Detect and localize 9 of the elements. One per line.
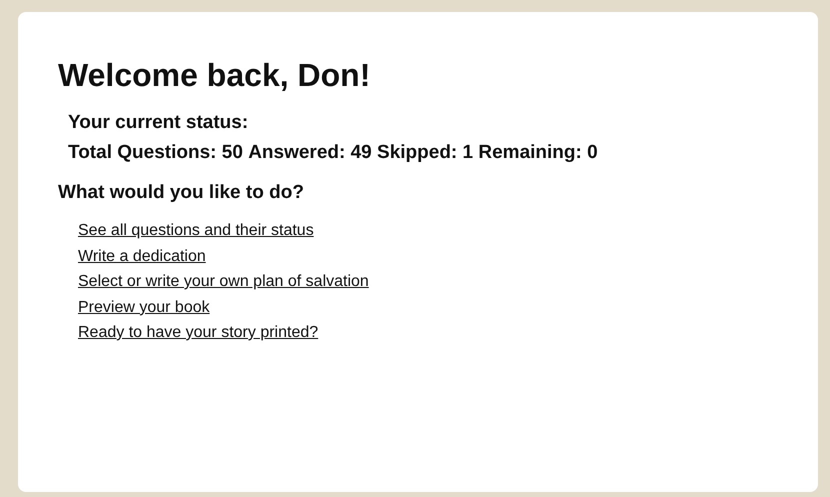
action-link[interactable]: Select or write your own plan of salvation xyxy=(78,269,369,294)
action-link[interactable]: Write a dedication xyxy=(78,244,206,269)
welcome-heading: Welcome back, Don! xyxy=(58,56,370,94)
actions-title: What would you like to do? xyxy=(58,181,304,205)
status-summary: Total Questions: 50 Answered: 49 Skipped: 1 Remaining: 0 xyxy=(68,141,598,165)
action-link[interactable]: Preview your book xyxy=(78,294,210,320)
status-title: Your current status: xyxy=(68,111,248,135)
action-link[interactable]: See all questions and their status xyxy=(78,218,314,244)
action-link[interactable]: Ready to have your story printed? xyxy=(78,320,318,346)
